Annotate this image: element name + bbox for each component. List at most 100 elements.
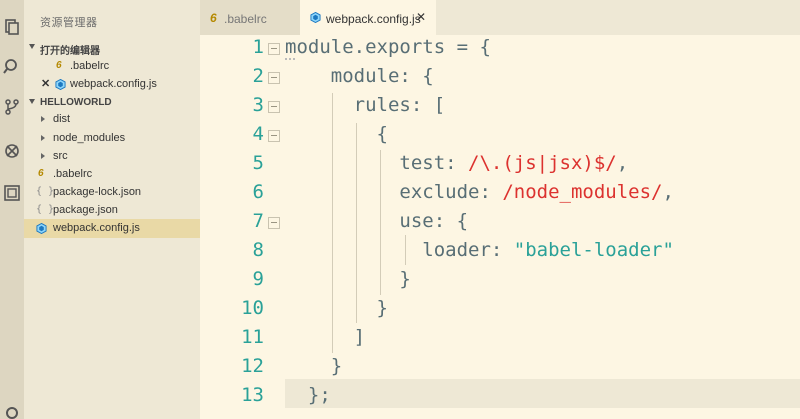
project-label: HELLOWORLD	[40, 97, 112, 108]
tree-item-label: dist	[53, 113, 71, 125]
cursor-marker	[285, 58, 295, 60]
extensions-icon[interactable]	[3, 184, 21, 202]
current-line-highlight	[285, 379, 800, 408]
close-icon[interactable]: ✕	[41, 77, 50, 90]
tree-item-label: src	[53, 150, 68, 162]
code-token: .exports = {	[353, 36, 491, 58]
tree-item-file[interactable]: 6 .babelrc	[24, 165, 200, 184]
code-line[interactable]: test: /\.(js|jsx)$/,	[285, 152, 628, 174]
code-line[interactable]: ]	[285, 326, 365, 348]
code-line[interactable]: module: {	[285, 65, 434, 87]
code-token: module	[285, 36, 354, 58]
line-number: 7	[252, 210, 264, 232]
fold-toggle[interactable]	[268, 130, 280, 142]
json-icon: { }	[36, 186, 55, 197]
code-token: test:	[285, 152, 469, 174]
line-number: 4	[252, 123, 264, 145]
code-token: ,	[662, 181, 674, 203]
tree-item-label: package-lock.json	[53, 186, 142, 198]
search-icon[interactable]	[3, 58, 21, 76]
code-line[interactable]: }	[285, 355, 342, 377]
chevron-right-icon	[41, 116, 45, 122]
code-token: /node_modules/	[502, 181, 663, 203]
code-line[interactable]: }	[285, 268, 411, 290]
fold-toggle[interactable]	[268, 72, 280, 84]
tree-item-file[interactable]: { } package.json	[24, 201, 200, 220]
code-token: }	[285, 268, 411, 290]
line-number: 5	[252, 152, 264, 174]
tree-item-label: node_modules	[53, 132, 126, 144]
webpack-icon	[310, 12, 321, 23]
code-token: rules: [	[285, 94, 446, 116]
line-number: 9	[252, 268, 264, 290]
line-number: 12	[241, 355, 264, 377]
tree-item-folder[interactable]: node_modules	[24, 129, 200, 148]
fold-toggle[interactable]	[268, 43, 280, 55]
chevron-down-icon	[29, 99, 35, 104]
open-editor-label: webpack.config.js	[70, 78, 157, 90]
code-token: }	[285, 297, 388, 319]
code-line[interactable]: {	[285, 123, 388, 145]
code-token: exclude:	[285, 181, 503, 203]
code-token: module: {	[285, 65, 434, 87]
line-number: 8	[252, 239, 264, 261]
code-editor[interactable]: 1 2 3 4 5 6 7 8 9 10 11 12 13 module.exports = { mod…	[200, 35, 800, 419]
source-control-icon[interactable]	[3, 98, 21, 116]
code-line[interactable]: rules: [	[285, 94, 446, 116]
babel-icon: 6	[56, 60, 62, 71]
code-token: ]	[285, 326, 366, 348]
code-token: ,	[616, 152, 629, 174]
close-icon[interactable]: ✕	[416, 10, 426, 24]
settings-icon[interactable]	[3, 404, 21, 419]
code-token: use: {	[285, 210, 469, 232]
code-token: }	[285, 355, 343, 377]
code-line[interactable]: }	[285, 297, 388, 319]
tree-item-file[interactable]: { } package-lock.json	[24, 183, 200, 202]
open-editor-item[interactable]: 6 .babelrc	[24, 57, 200, 76]
explorer-title: 资源管理器	[40, 17, 98, 29]
code-line[interactable]: exclude: /node_modules/,	[285, 181, 674, 203]
code-token: };	[285, 384, 331, 406]
webpack-icon	[55, 79, 66, 90]
tab-label: .babelrc	[224, 12, 267, 26]
code-token: {	[285, 123, 388, 145]
tree-item-label: webpack.config.js	[53, 222, 140, 234]
line-number: 3	[252, 94, 264, 116]
code-line[interactable]: module.exports = {	[285, 36, 491, 58]
tree-item-folder[interactable]: dist	[24, 110, 200, 129]
code-token: "babel-loader"	[513, 239, 674, 261]
chevron-right-icon	[41, 135, 45, 141]
code-line[interactable]: };	[285, 384, 331, 406]
line-number: 6	[252, 181, 264, 203]
tree-item-label: package.json	[53, 204, 118, 216]
code-line[interactable]: loader: "babel-loader"	[285, 239, 674, 261]
line-number: 1	[252, 36, 264, 58]
debug-icon[interactable]	[3, 142, 21, 160]
json-icon: { }	[36, 204, 55, 215]
explorer-icon[interactable]	[3, 18, 21, 36]
open-editors-section[interactable]: 打开的编辑器	[24, 39, 200, 57]
line-number: 11	[241, 326, 264, 348]
open-editor-item[interactable]: ✕ webpack.config.js	[24, 75, 200, 94]
open-editors-label: 打开的编辑器	[40, 46, 100, 57]
tab-babelrc[interactable]: 6 .babelrc	[200, 0, 300, 35]
code-token: /\.(js|jsx)$/	[468, 152, 617, 174]
tab-bar: 6 .babelrc webpack.config.js ✕	[200, 0, 800, 35]
tree-item-file-active[interactable]: webpack.config.js	[24, 219, 200, 238]
tree-item-folder[interactable]: src	[24, 147, 200, 166]
tab-webpack-config[interactable]: webpack.config.js ✕	[300, 0, 436, 35]
line-number: 10	[241, 297, 264, 319]
tab-label: webpack.config.js	[326, 12, 421, 26]
tree-item-label: .babelrc	[53, 168, 93, 180]
chevron-right-icon	[41, 153, 45, 159]
babel-icon: 6	[210, 11, 217, 25]
fold-toggle[interactable]	[268, 217, 280, 229]
chevron-down-icon	[29, 44, 35, 49]
webpack-icon	[36, 223, 47, 234]
line-number: 13	[241, 384, 264, 406]
open-editor-label: .babelrc	[70, 60, 110, 72]
code-line[interactable]: use: {	[285, 210, 468, 232]
explorer-panel: 资源管理器 打开的编辑器 6 .babelrc ✕ webpack.config…	[24, 0, 200, 419]
babel-icon: 6	[38, 168, 44, 179]
fold-toggle[interactable]	[268, 101, 280, 113]
